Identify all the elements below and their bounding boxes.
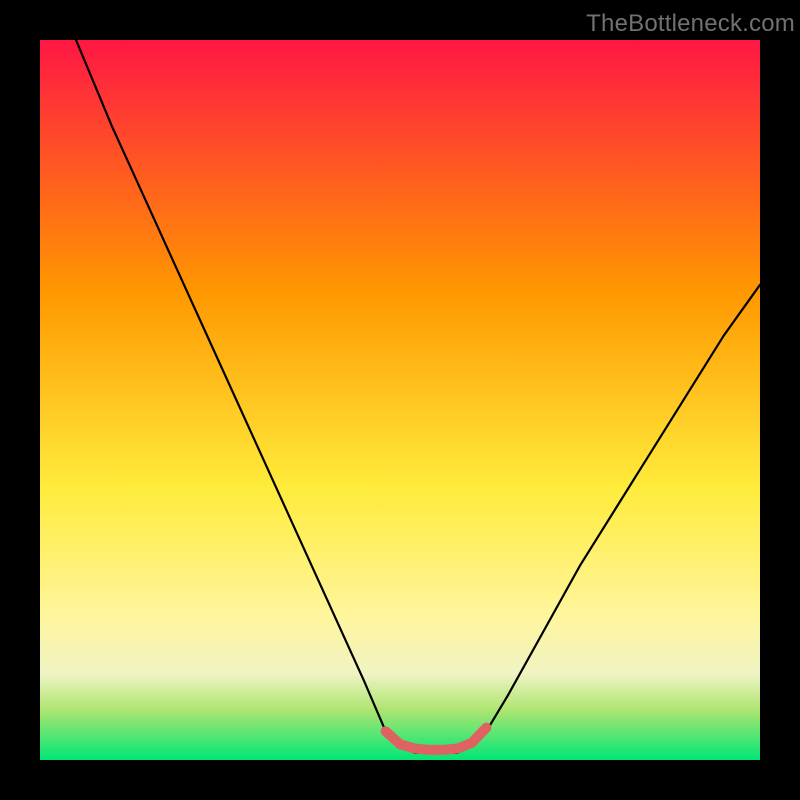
chart-frame: TheBottleneck.com xyxy=(0,0,800,800)
watermark-text: TheBottleneck.com xyxy=(586,10,795,38)
plot-area xyxy=(40,40,760,760)
chart-svg xyxy=(40,40,760,760)
gradient-background xyxy=(40,40,760,760)
